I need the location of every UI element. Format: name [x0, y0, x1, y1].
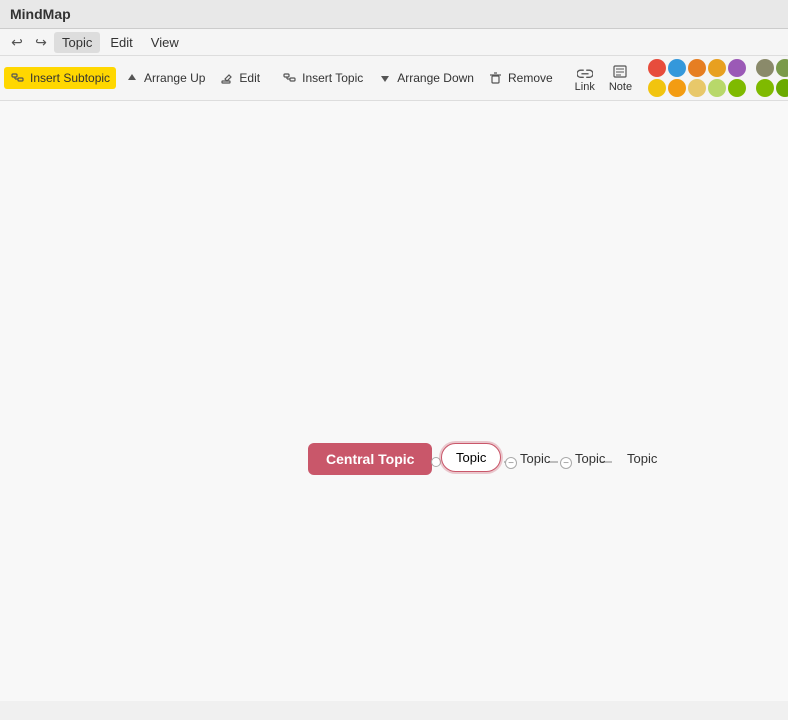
menu-bar: ↩ ↪ Topic Edit View	[0, 29, 788, 56]
color-olive[interactable]	[756, 59, 774, 77]
topic-2-label: Topic	[520, 451, 550, 466]
insert-topic-label: Insert Topic	[302, 71, 363, 85]
minus-dot-1[interactable]: −	[505, 457, 517, 469]
note-label: Note	[609, 81, 632, 93]
color-row-3	[756, 59, 788, 77]
central-topic-node[interactable]: Central Topic	[308, 443, 432, 475]
color-green[interactable]	[728, 79, 746, 97]
redo-button[interactable]: ↪	[30, 31, 52, 53]
edit-button[interactable]: Edit	[213, 67, 266, 89]
color-moss[interactable]	[776, 59, 788, 77]
connector-dot-1[interactable]	[431, 457, 441, 467]
color-row-2	[648, 79, 746, 97]
insert-topic-icon	[282, 70, 298, 86]
insert-subtopic-button[interactable]: Insert Subtopic	[4, 67, 116, 89]
color-g2[interactable]	[776, 79, 788, 97]
topic-3-label: Topic	[575, 451, 605, 466]
color-blue[interactable]	[668, 59, 686, 77]
edit-icon	[219, 70, 235, 86]
topic-node-4[interactable]: Topic	[627, 451, 657, 466]
color-lightgreen[interactable]	[708, 79, 726, 97]
remove-label: Remove	[508, 71, 553, 85]
insert-subtopic-label: Insert Subtopic	[30, 71, 110, 85]
arrange-up-button[interactable]: Arrange Up	[118, 67, 211, 89]
color-yellow[interactable]	[648, 79, 666, 97]
color-row-1	[648, 59, 746, 77]
topic-4-label: Topic	[627, 451, 657, 466]
app-title: MindMap	[10, 6, 71, 22]
note-button[interactable]: Note	[603, 62, 638, 95]
color-purple[interactable]	[728, 59, 746, 77]
menu-edit[interactable]: Edit	[102, 32, 140, 53]
color-red[interactable]	[648, 59, 666, 77]
menu-topic[interactable]: Topic	[54, 32, 100, 53]
link-label: Link	[575, 81, 595, 93]
color-panel-2: ✓ ✕	[756, 59, 788, 97]
title-bar: MindMap	[0, 0, 788, 29]
arrange-down-label: Arrange Down	[397, 71, 474, 85]
canvas: Central Topic Topic − Topic − Topic Topi…	[0, 101, 788, 701]
color-row-4: ✓ ✕	[756, 79, 788, 97]
arrange-down-icon	[377, 70, 393, 86]
toolbar: Insert Subtopic Arrange Up Edit Insert T…	[0, 56, 788, 101]
bottom-controls: + − ⊙ ✋ 👁	[0, 481, 788, 701]
insert-topic-button[interactable]: Insert Topic	[276, 67, 369, 89]
color-gold[interactable]	[668, 79, 686, 97]
topic-node-2[interactable]: Topic	[520, 451, 550, 466]
color-panel	[648, 59, 746, 97]
color-g1[interactable]	[756, 79, 774, 97]
color-orange[interactable]	[688, 59, 706, 77]
link-button[interactable]: Link	[569, 62, 601, 95]
color-orange2[interactable]	[708, 59, 726, 77]
topic-1-label: Topic	[456, 450, 486, 465]
topic-node-1[interactable]: Topic	[441, 443, 501, 472]
arrange-up-label: Arrange Up	[144, 71, 205, 85]
remove-button[interactable]: Remove	[482, 67, 559, 89]
link-icon	[577, 64, 593, 80]
color-tan[interactable]	[688, 79, 706, 97]
arrange-down-button[interactable]: Arrange Down	[371, 67, 480, 89]
central-topic-label: Central Topic	[326, 451, 414, 467]
note-icon	[612, 64, 628, 80]
menu-view[interactable]: View	[143, 32, 187, 53]
insert-subtopic-icon	[10, 70, 26, 86]
connection-lines	[0, 101, 788, 701]
undo-button[interactable]: ↩	[6, 31, 28, 53]
edit-label: Edit	[239, 71, 260, 85]
topic-node-3[interactable]: Topic	[575, 451, 605, 466]
arrange-up-icon	[124, 70, 140, 86]
remove-icon	[488, 70, 504, 86]
minus-dot-2[interactable]: −	[560, 457, 572, 469]
